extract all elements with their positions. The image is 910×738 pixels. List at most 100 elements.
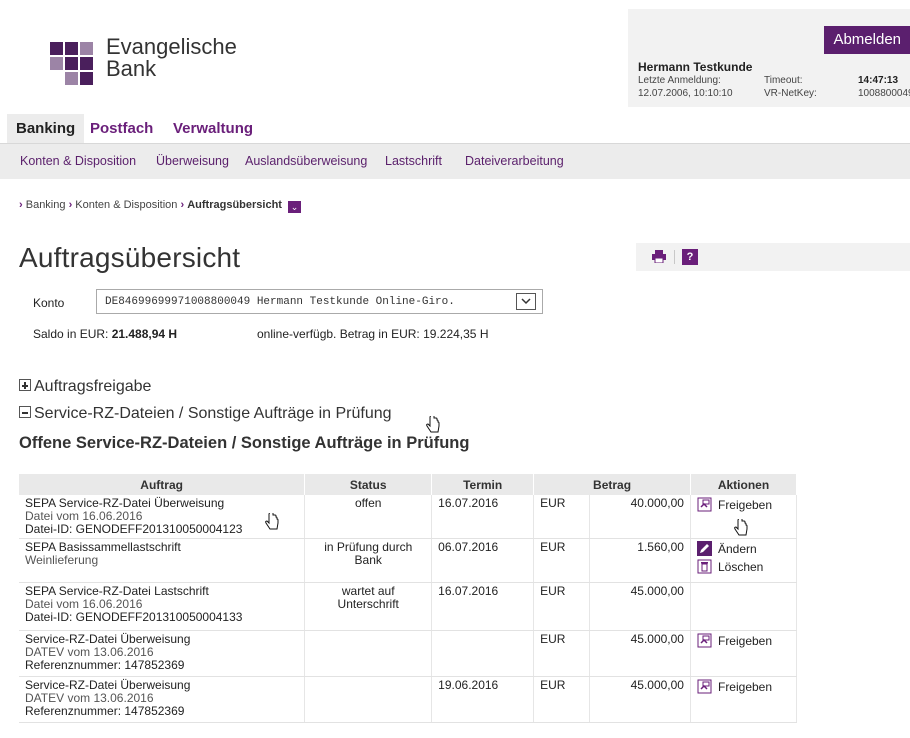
- order-cell: SEPA Basissammellastschrift Weinlieferun…: [19, 538, 306, 583]
- status-cell: wartet auf Unterschrift: [304, 582, 433, 631]
- release-action[interactable]: Freigeben: [697, 633, 790, 651]
- currency-cell: EUR: [533, 538, 591, 583]
- table-header-row: Auftrag Status Termin Betrag Aktionen: [19, 474, 798, 495]
- order-id: Referenznummer: 147852369: [25, 658, 185, 672]
- balance-label: Saldo in EUR:: [33, 327, 112, 341]
- available-label: online-verfügb. Betrag in EUR:: [257, 327, 424, 341]
- amount-cell: 40.000,00: [589, 495, 691, 539]
- timeout-label: Timeout:: [764, 75, 803, 86]
- currency-cell: EUR: [533, 676, 591, 723]
- netkey-value: 1008800049: [858, 88, 910, 99]
- release-label: Freigeben: [717, 498, 773, 512]
- order-id: Datei-ID: GENODEFF201310050004133: [25, 610, 243, 624]
- actions-cell: Freigeben: [690, 630, 798, 677]
- balance-value: 21.488,94 H: [111, 327, 178, 341]
- breadcrumb-banking[interactable]: Banking: [26, 199, 66, 211]
- subnav-auslandsueberweisung[interactable]: Auslandsüberweisung: [245, 154, 367, 168]
- subnav-dateiverarbeitung[interactable]: Dateiverarbeitung: [465, 154, 564, 168]
- breadcrumb-arrow-icon: ›: [180, 199, 185, 211]
- netkey-label: VR-NetKey:: [764, 88, 817, 99]
- col-header-auftrag: Auftrag: [19, 474, 306, 495]
- trash-icon: [697, 559, 712, 574]
- pencil-icon: [696, 541, 712, 556]
- delete-label: Löschen: [717, 560, 764, 574]
- sub-navigation: Konten & Disposition Überweisung Ausland…: [0, 143, 910, 179]
- actions-cell: [690, 582, 798, 631]
- user-info-panel: Abmelden Hermann Testkunde Letzte Anmeld…: [628, 9, 910, 107]
- termin-cell: 16.07.2016: [431, 495, 535, 539]
- termin-cell: 16.07.2016: [431, 582, 535, 631]
- chevron-down-icon[interactable]: [516, 293, 536, 310]
- available-amount: online-verfügb. Betrag in EUR: 19.224,35…: [257, 327, 488, 341]
- currency-cell: EUR: [533, 495, 591, 539]
- release-action[interactable]: Freigeben: [697, 497, 790, 515]
- actions-cell: Freigeben: [690, 676, 798, 723]
- breadcrumb: › Banking › Konten & Disposition › Auftr…: [19, 199, 302, 213]
- page-title: Auftragsübersicht: [19, 242, 241, 273]
- status-cell: in Prüfung durch Bank: [304, 538, 433, 583]
- amount-cell: 45.000,00: [589, 676, 691, 723]
- table-row: Service-RZ-Datei Überweisung DATEV vom 1…: [19, 676, 798, 723]
- breadcrumb-arrow-icon: ›: [19, 199, 23, 211]
- order-cell: Service-RZ-Datei Überweisung DATEV vom 1…: [19, 676, 306, 723]
- section-pending-toggle[interactable]: Service-RZ-Dateien / Sonstige Aufträge i…: [19, 405, 392, 423]
- logo-line-2: Bank: [106, 56, 157, 81]
- actions-cell: Ändern Löschen: [690, 538, 798, 583]
- bank-logo[interactable]: Evangelische Bank: [50, 36, 270, 86]
- last-login-label: Letzte Anmeldung:: [638, 75, 721, 86]
- currency-cell: EUR: [533, 582, 591, 631]
- release-icon: [697, 633, 712, 648]
- tools-divider: [674, 250, 675, 264]
- nav-tab-verwaltung[interactable]: Verwaltung: [173, 114, 253, 143]
- last-login-value: 12.07.2006, 10:10:10: [638, 88, 733, 99]
- table-row: SEPA Service-RZ-Datei Überweisung Datei …: [19, 495, 798, 539]
- hand-cursor-icon: [426, 416, 440, 433]
- section-pending-label: Service-RZ-Dateien / Sonstige Aufträge i…: [34, 405, 392, 422]
- logout-button[interactable]: Abmelden: [824, 26, 910, 54]
- amount-cell: 45.000,00: [589, 582, 691, 631]
- section-release-label: Auftragsfreigabe: [34, 378, 152, 395]
- section-release-toggle[interactable]: Auftragsfreigabe: [19, 378, 151, 396]
- hand-cursor-icon: [265, 513, 279, 530]
- release-action[interactable]: Freigeben: [697, 679, 790, 697]
- termin-cell: [431, 630, 535, 677]
- page-tools: ?: [636, 243, 910, 271]
- subnav-ueberweisung[interactable]: Überweisung: [156, 154, 229, 168]
- amount-cell: 45.000,00: [589, 630, 691, 677]
- logo-mark-icon: [50, 38, 96, 85]
- nav-tab-banking[interactable]: Banking: [7, 114, 85, 143]
- edit-action[interactable]: Ändern: [696, 541, 790, 559]
- hand-cursor-icon: [734, 519, 748, 536]
- amount-cell: 1.560,00: [589, 538, 691, 583]
- print-icon[interactable]: [652, 250, 666, 263]
- order-id: Datei-ID: GENODEFF201310050004123: [25, 522, 243, 536]
- subnav-konten-disposition[interactable]: Konten & Disposition: [20, 154, 136, 168]
- subnav-lastschrift[interactable]: Lastschrift: [385, 154, 442, 168]
- termin-cell: 06.07.2016: [431, 538, 535, 583]
- balance: Saldo in EUR: 21.488,94 H: [33, 327, 177, 341]
- nav-tab-postfach[interactable]: Postfach: [90, 114, 153, 143]
- status-cell: [304, 676, 433, 723]
- release-label: Freigeben: [717, 634, 773, 648]
- col-header-betrag: Betrag: [533, 474, 691, 495]
- release-icon: [697, 679, 712, 694]
- order-cell: SEPA Service-RZ-Datei Überweisung Datei …: [19, 495, 306, 539]
- delete-action[interactable]: Löschen: [697, 559, 790, 577]
- chevron-down-icon[interactable]: ⌄: [288, 201, 302, 213]
- logo-line-1: Evangelische: [106, 34, 237, 59]
- termin-cell: 19.06.2016: [431, 676, 535, 723]
- col-header-termin: Termin: [431, 474, 535, 495]
- table-row: Service-RZ-Datei Überweisung DATEV vom 1…: [19, 630, 798, 677]
- breadcrumb-current: Auftragsübersicht: [187, 199, 282, 211]
- timeout-value: 14:47:13: [858, 75, 899, 86]
- table-row: SEPA Basissammellastschrift Weinlieferun…: [19, 538, 798, 583]
- help-icon[interactable]: ?: [682, 249, 698, 265]
- breadcrumb-konten[interactable]: Konten & Disposition: [75, 199, 177, 211]
- collapse-minus-icon[interactable]: [19, 406, 31, 418]
- release-label: Freigeben: [717, 680, 773, 694]
- currency-cell: EUR: [533, 630, 591, 677]
- account-select[interactable]: DE84699699971008800049 Hermann Testkunde…: [96, 289, 543, 314]
- main-navigation: Banking Postfach Verwaltung: [0, 114, 910, 143]
- expand-plus-icon[interactable]: [19, 379, 31, 391]
- col-header-aktionen: Aktionen: [690, 474, 798, 495]
